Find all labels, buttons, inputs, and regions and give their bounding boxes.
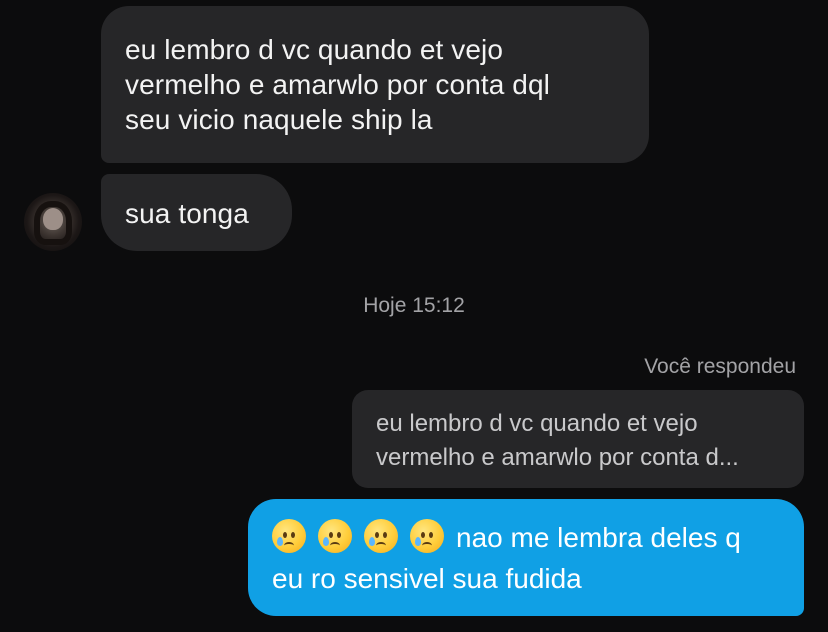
incoming-message-bubble[interactable]: eu lembro d vc quando et vejo vermelho e… — [101, 6, 649, 163]
quoted-text-line: eu lembro d vc quando et vejo — [376, 410, 698, 437]
message-text-line: seu vicio naquele ship la — [125, 104, 433, 135]
crying-face-emoji — [272, 519, 306, 553]
contact-avatar[interactable] — [24, 193, 82, 251]
incoming-message-bubble[interactable]: sua tonga — [101, 174, 292, 251]
quoted-text-line: vermelho e amarwlo por conta d... — [376, 444, 739, 471]
crying-face-emoji — [410, 519, 444, 553]
quoted-reply-preview[interactable]: eu lembro d vc quando et vejo vermelho e… — [352, 390, 804, 488]
message-text-line: eu ro sensivel sua fudida — [272, 563, 582, 594]
reply-label: Você respondeu — [644, 355, 796, 378]
avatar-face-shape — [43, 208, 63, 230]
message-timestamp: Hoje 15:12 — [363, 294, 465, 317]
message-text-line: eu lembro d vc quando et vejo — [125, 34, 504, 65]
crying-face-emoji — [318, 519, 352, 553]
crying-face-emoji — [364, 519, 398, 553]
outgoing-line-1: nao me lembra deles q — [272, 517, 788, 558]
message-text-line: sua tonga — [125, 198, 249, 229]
message-text: nao me lembra deles q — [456, 522, 741, 553]
message-text-line: vermelho e amarwlo por conta dql — [125, 69, 550, 100]
outgoing-message-bubble[interactable]: nao me lembra deles q eu ro sensivel sua… — [248, 499, 804, 616]
